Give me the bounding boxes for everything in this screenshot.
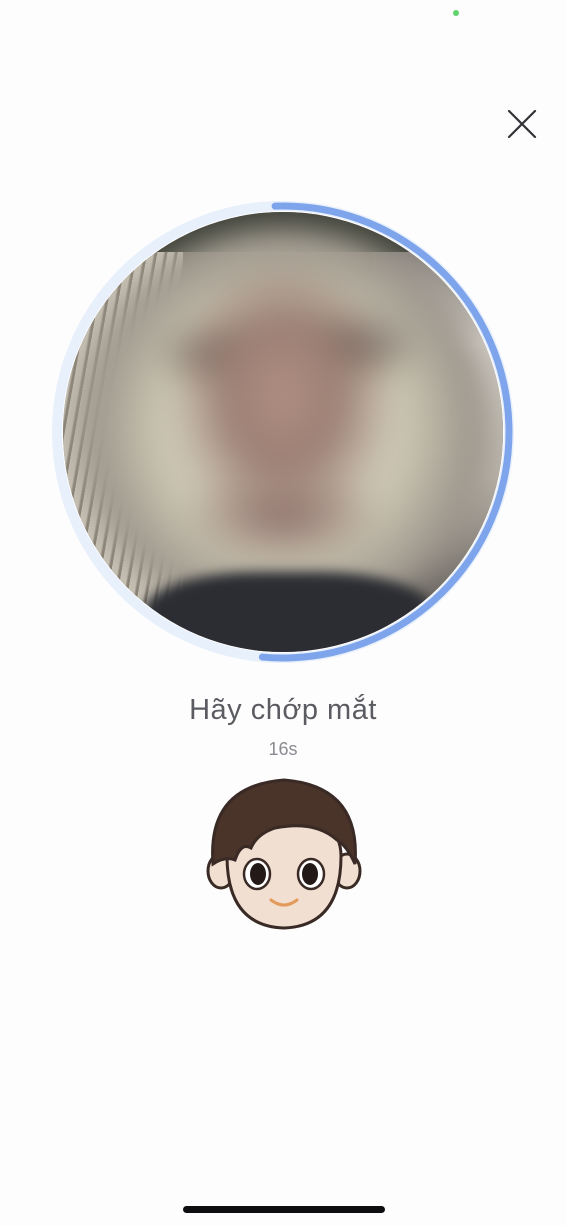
close-button[interactable] [500,102,544,146]
camera-frame [50,199,516,665]
close-icon [507,109,537,139]
instruction-text: Hãy chớp mắt [189,694,377,726]
countdown-timer: 16s [268,739,298,759]
camera-indicator-dot [453,10,459,16]
face-avatar-icon [206,778,362,930]
progress-ring [52,201,514,663]
home-indicator[interactable] [183,1206,385,1213]
face-liveness-screen: Hãy chớp mắt 16s [0,0,566,1226]
